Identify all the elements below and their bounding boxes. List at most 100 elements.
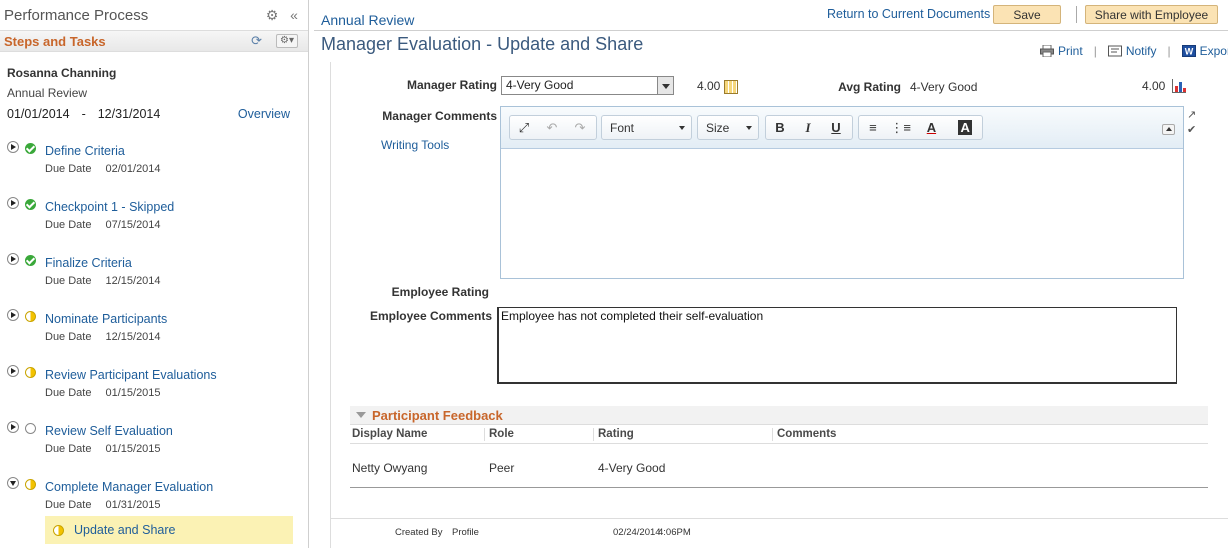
expand-icon[interactable] xyxy=(7,253,19,265)
step-link[interactable]: Nominate Participants xyxy=(45,312,167,326)
col-rating: Rating xyxy=(598,428,634,440)
bar-chart-icon[interactable] xyxy=(1172,79,1186,93)
not-started-status-icon xyxy=(25,423,36,434)
expand-icon[interactable] xyxy=(7,421,19,433)
top-bar: Annual Review Return to Current Document… xyxy=(321,0,1228,30)
editor-toolbar: ⤢ ↶ ↷ Font Size B I U ≡ ⋮≡ A A xyxy=(501,107,1183,149)
employee-rating-label: Employee Rating xyxy=(391,285,489,299)
due-value: 01/15/2015 xyxy=(105,443,161,455)
footer-divider xyxy=(331,518,1228,519)
due-label: Due Date xyxy=(45,275,92,287)
undo-icon[interactable]: ↶ xyxy=(538,116,566,139)
collapse-toolbar-icon[interactable] xyxy=(1162,124,1175,135)
participant-feedback-section: Participant Feedback Display Name Role R… xyxy=(350,406,1208,488)
left-panel: Performance Process ⚙ « Steps and Tasks … xyxy=(0,0,309,548)
bulleted-list-icon[interactable]: ⋮≡ xyxy=(887,116,915,139)
column-divider xyxy=(484,428,485,441)
background-color-button[interactable]: A xyxy=(948,116,982,139)
avg-rating-score: 4.00 xyxy=(1142,79,1166,93)
return-to-current-documents-link[interactable]: Return to Current Documents xyxy=(827,7,990,21)
writing-tools-link[interactable]: Writing Tools xyxy=(381,138,449,152)
notify-label: Notify xyxy=(1125,44,1157,58)
due-label: Due Date xyxy=(45,331,92,343)
size-select[interactable]: Size xyxy=(698,116,758,139)
manager-rating-select[interactable]: 4-Very Good xyxy=(501,76,674,95)
gear-icon[interactable]: ⚙ xyxy=(264,7,280,23)
header-divider xyxy=(314,30,1228,31)
due-date: Due Date 07/15/2014 xyxy=(45,219,161,231)
manager-comments-editor: ⤢ ↶ ↷ Font Size B I U ≡ ⋮≡ A A xyxy=(500,106,1184,279)
notify-link[interactable]: Notify xyxy=(1107,44,1157,58)
size-combo[interactable]: Size xyxy=(697,115,759,140)
dropdown-arrow-icon xyxy=(657,77,673,94)
col-comments: Comments xyxy=(777,428,837,440)
font-select[interactable]: Font xyxy=(602,116,691,139)
step-link[interactable]: Review Participant Evaluations xyxy=(45,368,217,382)
created-time: 4:06PM xyxy=(658,527,691,538)
steps-title: Steps and Tasks xyxy=(4,33,106,49)
avg-rating-value: 4-Very Good xyxy=(910,80,978,94)
participant-feedback-header[interactable]: Participant Feedback xyxy=(350,406,1208,425)
manager-comments-label: Manager Comments xyxy=(382,109,497,123)
left-panel-header: Performance Process ⚙ « xyxy=(0,0,308,30)
due-date: Due Date 01/31/2015 xyxy=(45,499,161,511)
substep-update-and-share[interactable]: Update and Share xyxy=(45,516,293,544)
page-title: Manager Evaluation - Update and Share xyxy=(321,34,644,54)
print-link[interactable]: Print xyxy=(1040,44,1083,58)
collapse-triangle-icon[interactable] xyxy=(356,412,366,418)
page-actions: Print | Notify | W Export xyxy=(1040,44,1228,58)
expand-editor-icon[interactable]: ↗ xyxy=(1187,108,1201,121)
export-link[interactable]: W Export xyxy=(1181,44,1228,58)
due-value: 01/31/2015 xyxy=(105,499,161,511)
column-divider xyxy=(593,428,594,441)
print-label: Print xyxy=(1058,44,1083,58)
step-link[interactable]: Define Criteria xyxy=(45,144,125,158)
substep-link[interactable]: Update and Share xyxy=(74,523,175,537)
due-date: Due Date 12/15/2014 xyxy=(45,275,161,287)
created-date: 02/24/2014 xyxy=(613,527,661,538)
employee-info: Rosanna Channing Annual Review 01/01/201… xyxy=(0,52,308,121)
expand-icon[interactable] xyxy=(7,197,19,209)
numbered-list-icon[interactable]: ≡ xyxy=(859,116,887,139)
expand-icon[interactable] xyxy=(7,141,19,153)
evaluation-content: Manager Rating 4-Very Good 4.00 Avg Rati… xyxy=(330,62,1228,548)
text-color-button[interactable]: A xyxy=(915,116,949,139)
manager-rating-value: 4-Very Good xyxy=(506,78,574,92)
expand-icon[interactable] xyxy=(7,309,19,321)
font-combo[interactable]: Font xyxy=(601,115,692,140)
calculator-icon[interactable] xyxy=(724,80,738,94)
bold-button[interactable]: B xyxy=(766,116,794,139)
expand-icon[interactable] xyxy=(7,365,19,377)
overview-link[interactable]: Overview xyxy=(238,107,290,121)
due-value: 02/01/2014 xyxy=(105,163,161,175)
participant-feedback-title: Participant Feedback xyxy=(372,407,503,423)
period-start: 01/01/2014 xyxy=(7,107,70,121)
italic-button[interactable]: I xyxy=(794,116,822,139)
participant-name: Netty Owyang xyxy=(352,461,428,475)
manager-comments-textarea[interactable] xyxy=(501,150,1183,278)
options-menu-button[interactable]: ⚙▾ xyxy=(276,34,298,48)
step-link[interactable]: Checkpoint 1 - Skipped xyxy=(45,200,174,214)
due-value: 12/15/2014 xyxy=(105,331,161,343)
printer-icon xyxy=(1040,45,1054,57)
step-link[interactable]: Finalize Criteria xyxy=(45,256,132,270)
due-label: Due Date xyxy=(45,163,92,175)
complete-status-icon xyxy=(25,143,36,154)
collapse-panel-icon[interactable]: « xyxy=(286,7,302,23)
due-date: Due Date 02/01/2014 xyxy=(45,163,161,175)
word-export-icon: W xyxy=(1181,45,1196,57)
step-review-self-evaluation: Review Self Evaluation Due Date 01/15/201… xyxy=(0,421,300,477)
redo-icon[interactable]: ↷ xyxy=(566,116,594,139)
collapse-icon[interactable] xyxy=(7,477,19,489)
underline-button[interactable]: U xyxy=(822,116,850,139)
maximize-icon[interactable]: ⤢ xyxy=(510,116,538,139)
step-link[interactable]: Review Self Evaluation xyxy=(45,424,173,438)
editor-side-icons: ↗ ✔ xyxy=(1187,108,1203,138)
share-with-employee-button[interactable]: Share with Employee xyxy=(1085,5,1218,24)
spellcheck-icon[interactable]: ✔ xyxy=(1187,123,1201,136)
save-button[interactable]: Save xyxy=(993,5,1061,24)
refresh-icon[interactable]: ⟳ xyxy=(251,33,262,49)
step-link[interactable]: Complete Manager Evaluation xyxy=(45,480,213,494)
size-label: Size xyxy=(706,120,730,135)
action-divider: | xyxy=(1167,44,1171,58)
